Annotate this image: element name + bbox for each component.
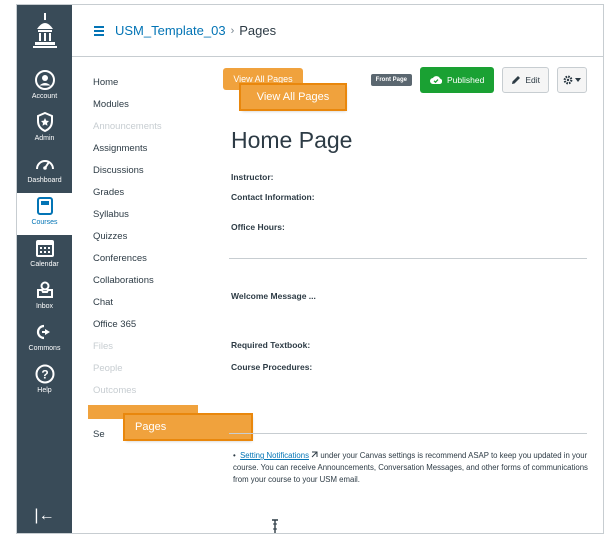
- caret-down-icon: [575, 78, 581, 82]
- course-nav-files: Files: [93, 340, 114, 352]
- course-nav-collaborations[interactable]: Collaborations: [93, 269, 183, 291]
- divider: [229, 433, 587, 434]
- dome-logo-icon: [32, 13, 57, 48]
- welcome-label: Welcome Message ...: [231, 291, 316, 301]
- procedures-label: Course Procedures:: [231, 362, 313, 372]
- published-button[interactable]: Published: [420, 67, 495, 93]
- office-hours-label: Office Hours:: [231, 222, 285, 232]
- course-nav-announcements: Announcements: [93, 120, 162, 132]
- course-nav: Home Modules Announcements Assignments D…: [93, 71, 183, 445]
- global-nav-label: Dashboard: [27, 177, 62, 184]
- svg-text:?: ?: [41, 368, 48, 382]
- breadcrumb-course-link[interactable]: USM_Template_03: [115, 23, 226, 38]
- admin-shield-icon: [34, 111, 56, 133]
- course-header: USM_Template_03 › Pages: [72, 5, 603, 57]
- front-page-badge: Front Page: [370, 74, 412, 86]
- global-nav-courses[interactable]: Courses: [17, 193, 72, 235]
- global-nav-inbox[interactable]: Inbox: [17, 277, 72, 319]
- course-nav-conferences[interactable]: Conferences: [93, 247, 183, 269]
- courses-book-icon: [34, 195, 56, 217]
- page-content: View All Pages View All Pages Front Page…: [213, 65, 588, 533]
- course-nav-outcomes: Outcomes: [93, 384, 137, 396]
- gear-icon: [563, 75, 573, 85]
- edit-button[interactable]: Edit: [502, 67, 549, 93]
- pencil-icon: [512, 76, 521, 84]
- global-nav-help[interactable]: ? Help: [17, 361, 72, 403]
- published-label: Published: [447, 75, 485, 85]
- course-nav-grades[interactable]: Grades: [93, 181, 183, 203]
- global-nav-calendar[interactable]: Calendar: [17, 235, 72, 277]
- global-nav-commons[interactable]: Commons: [17, 319, 72, 361]
- course-nav-home[interactable]: Home: [93, 71, 183, 93]
- help-question-icon: ?: [34, 363, 56, 385]
- settings-menu-button[interactable]: [557, 67, 587, 93]
- course-nav-quizzes[interactable]: Quizzes: [93, 225, 183, 247]
- text-cursor-icon: [272, 519, 278, 533]
- calendar-icon: [34, 237, 56, 259]
- global-nav-label: Inbox: [35, 303, 54, 310]
- dashboard-gauge-icon: [34, 153, 56, 175]
- collapse-nav-icon[interactable]: |←: [17, 505, 72, 527]
- global-nav-label: Courses: [31, 219, 58, 226]
- global-nav-label: Calendar: [30, 261, 59, 268]
- global-nav-label: Account: [31, 93, 58, 100]
- page-title: Home Page: [231, 127, 353, 153]
- breadcrumb-current: Pages: [239, 23, 277, 38]
- global-nav-label: Admin: [34, 135, 55, 142]
- bullet: •: [233, 451, 236, 460]
- canvas-window: Account Admin Dashboard Courses Calendar: [16, 4, 604, 534]
- course-nav-syllabus[interactable]: Syllabus: [93, 203, 183, 225]
- global-nav-admin[interactable]: Admin: [17, 109, 72, 151]
- course-nav-modules[interactable]: Modules: [93, 93, 183, 115]
- divider: [229, 258, 587, 259]
- course-nav-chat[interactable]: Chat: [93, 291, 183, 313]
- global-nav-account[interactable]: Account: [17, 67, 72, 109]
- edit-label: Edit: [525, 75, 540, 85]
- course-nav-office-365[interactable]: Office 365: [93, 313, 183, 335]
- global-nav: Account Admin Dashboard Courses Calendar: [17, 5, 72, 533]
- global-nav-label: Help: [37, 387, 52, 394]
- inbox-icon: [34, 279, 56, 301]
- textbook-label: Required Textbook:: [231, 340, 311, 350]
- institution-logo[interactable]: [17, 5, 72, 57]
- global-nav-dashboard[interactable]: Dashboard: [17, 151, 72, 193]
- setting-notifications-link[interactable]: Setting Notifications: [240, 451, 309, 460]
- account-icon: [34, 69, 56, 91]
- course-nav-discussions[interactable]: Discussions: [93, 159, 183, 181]
- hamburger-menu-icon[interactable]: [94, 25, 104, 36]
- contact-label: Contact Information:: [231, 192, 315, 202]
- course-nav-assignments[interactable]: Assignments: [93, 137, 183, 159]
- breadcrumb-separator: ›: [230, 24, 235, 37]
- page-actions: Front Page Published Edit: [370, 67, 587, 93]
- global-nav-label: Commons: [28, 345, 61, 352]
- cloud-check-icon: [430, 76, 442, 84]
- commons-arrow-icon: [34, 321, 56, 343]
- course-nav-people: People: [93, 362, 123, 374]
- notifications-note: • Setting Notifications under your Canva…: [233, 450, 588, 486]
- instructor-label: Instructor:: [231, 172, 274, 182]
- view-all-pages-callout[interactable]: View All Pages: [241, 85, 345, 109]
